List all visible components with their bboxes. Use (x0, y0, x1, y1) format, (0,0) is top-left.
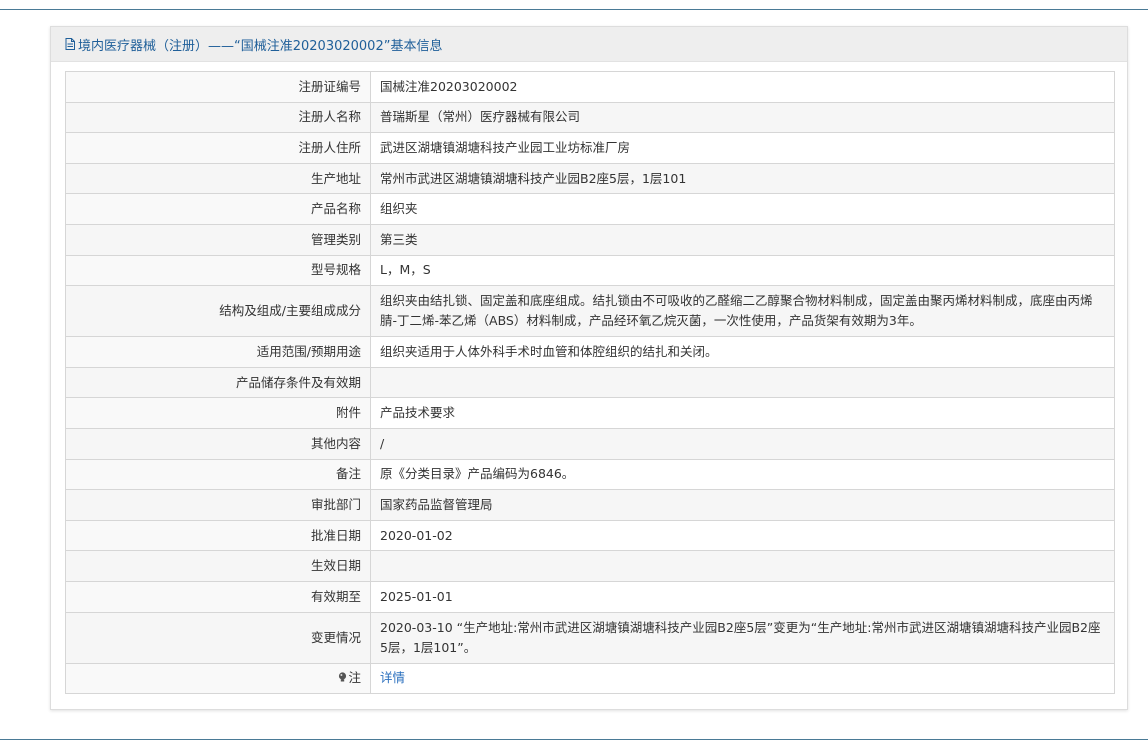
field-label: 生产地址 (65, 162, 371, 195)
table-row: 生效日期 (65, 550, 1115, 582)
field-label: 生效日期 (65, 550, 371, 582)
table-row: 变更情况 2020-03-10 “生产地址:常州市武进区湖塘镇湖塘科技产业园B2座… (65, 611, 1115, 664)
field-value: 原《分类目录》产品编码为6846。 (370, 458, 1115, 491)
field-value: 武进区湖塘镇湖塘科技产业园工业坊标准厂房 (370, 132, 1115, 164)
table-row: 批准日期 2020-01-02 (65, 519, 1115, 552)
field-value: 2020-01-02 (370, 519, 1115, 552)
field-value: 常州市武进区湖塘镇湖塘科技产业园B2座5层，1层101 (370, 162, 1115, 195)
field-label: 注册人名称 (65, 101, 371, 134)
note-row: 注 详情 (65, 662, 1115, 695)
field-value: L，M，S (370, 254, 1115, 287)
field-value (370, 366, 1115, 399)
field-label: 附件 (65, 397, 371, 429)
table-row: 附件 产品技术要求 (65, 397, 1115, 429)
table-row: 有效期至 2025-01-01 (65, 580, 1115, 613)
field-value: 国械注准20203020002 (370, 71, 1115, 103)
field-value: 国家药品监督管理局 (370, 489, 1115, 521)
table-row: 型号规格 L，M，S (65, 254, 1115, 287)
field-label: 其他内容 (65, 427, 371, 460)
field-label: 变更情况 (65, 611, 371, 664)
table-row: 管理类别 第三类 (65, 223, 1115, 256)
field-label: 注册人住所 (65, 132, 371, 164)
note-value-cell: 详情 (370, 662, 1115, 695)
bottom-divider (0, 739, 1148, 740)
table-row: 备注 原《分类目录》产品编码为6846。 (65, 458, 1115, 491)
field-label: 有效期至 (65, 580, 371, 613)
info-panel: 境内医疗器械（注册）——“国械注准20203020002”基本信息 注册证编号国… (50, 26, 1128, 710)
table-row: 注册人住所 武进区湖塘镇湖塘科技产业园工业坊标准厂房 (65, 132, 1115, 164)
field-value (370, 550, 1115, 582)
field-label: 适用范围/预期用途 (65, 336, 371, 368)
table-row: 适用范围/预期用途 组织夹适用于人体外科手术时血管和体腔组织的结扎和关闭。 (65, 336, 1115, 368)
field-label: 备注 (65, 458, 371, 491)
field-label: 型号规格 (65, 254, 371, 287)
note-label-cell: 注 (65, 662, 371, 695)
field-label: 产品名称 (65, 193, 371, 225)
field-value: 产品技术要求 (370, 397, 1115, 429)
field-label: 结构及组成/主要组成成分 (65, 285, 371, 338)
field-value: 组织夹 (370, 193, 1115, 225)
panel-header: 境内医疗器械（注册）——“国械注准20203020002”基本信息 (51, 27, 1127, 62)
field-value: 普瑞斯星（常州）医疗器械有限公司 (370, 101, 1115, 134)
note-label: 注 (348, 670, 361, 686)
field-label: 批准日期 (65, 519, 371, 552)
field-value: / (370, 427, 1115, 460)
document-icon (65, 38, 75, 50)
details-link[interactable]: 详情 (380, 670, 405, 685)
field-label: 审批部门 (65, 489, 371, 521)
table-row: 注册证编号 国械注准20203020002 (65, 71, 1115, 103)
page-title: 境内医疗器械（注册）——“国械注准20203020002”基本信息 (78, 38, 443, 54)
lightbulb-icon (338, 669, 347, 682)
field-value: 2020-03-10 “生产地址:常州市武进区湖塘镇湖塘科技产业园B2座5层”变… (370, 611, 1115, 664)
field-label: 产品储存条件及有效期 (65, 366, 371, 399)
field-value: 组织夹由结扎锁、固定盖和底座组成。结扎锁由不可吸收的乙醛缩二乙醇聚合物材料制成，… (370, 285, 1115, 338)
top-divider (0, 9, 1148, 10)
table-row: 产品储存条件及有效期 (65, 366, 1115, 399)
field-value: 组织夹适用于人体外科手术时血管和体腔组织的结扎和关闭。 (370, 336, 1115, 368)
table-row: 其他内容 / (65, 427, 1115, 460)
info-table: 注册证编号 国械注准20203020002 注册人名称 普瑞斯星（常州）医疗器械有限公… (65, 71, 1115, 695)
table-row: 产品名称 组织夹 (65, 193, 1115, 225)
field-label: 注册证编号 (65, 71, 371, 103)
table-row: 审批部门 国家药品监督管理局 (65, 489, 1115, 521)
field-value: 2025-01-01 (370, 580, 1115, 613)
table-row: 注册人名称 普瑞斯星（常州）医疗器械有限公司 (65, 101, 1115, 134)
field-label: 管理类别 (65, 223, 371, 256)
table-row: 生产地址 常州市武进区湖塘镇湖塘科技产业园B2座5层，1层101 (65, 162, 1115, 195)
table-row: 结构及组成/主要组成成分 组织夹由结扎锁、固定盖和底座组成。结扎锁由不可吸收的乙醛… (65, 285, 1115, 338)
field-value: 第三类 (370, 223, 1115, 256)
